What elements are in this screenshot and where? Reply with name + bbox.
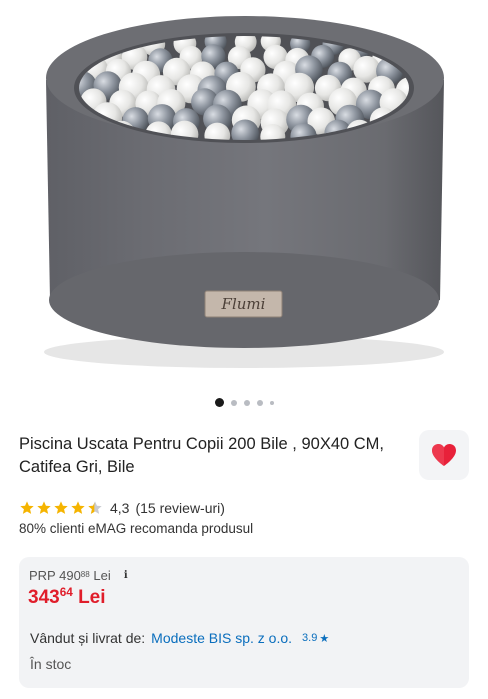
- pagination-dot[interactable]: [243, 399, 250, 406]
- star-icon: ★: [319, 632, 330, 645]
- star-icon: [20, 501, 34, 514]
- price-main: 343: [28, 587, 60, 608]
- pagination-dot-active[interactable]: [214, 398, 224, 407]
- product-title: Piscina Uscata Pentru Copii 200 Bile , 9…: [19, 435, 385, 476]
- prp-currency: Lei: [93, 568, 111, 583]
- price-decimals: 64: [59, 585, 73, 599]
- price-currency: Lei: [78, 587, 106, 608]
- star-icon: [54, 501, 68, 514]
- stock-status: În stoc: [30, 656, 72, 672]
- star-icon: [37, 501, 51, 514]
- star-icon: [71, 501, 85, 514]
- image-pagination[interactable]: [0, 398, 488, 407]
- pagination-dot[interactable]: [269, 400, 274, 405]
- rating-row[interactable]: 4,3 (15 review-uri): [19, 498, 225, 518]
- recommendation-text: 80% clienti eMAG recomanda produsul: [19, 521, 254, 536]
- prp-decimals: 88: [80, 570, 90, 580]
- current-price: 34364 Lei: [28, 585, 106, 609]
- rating-stars: [19, 500, 103, 516]
- seller-row: Vândut și livrat de: Modeste BIS sp. z o…: [30, 630, 329, 646]
- prp-price: PRP 490 88 Lei i: [29, 568, 133, 583]
- favorite-button[interactable]: [419, 430, 469, 480]
- seller-label: Vândut și livrat de:: [30, 630, 146, 646]
- pagination-dot[interactable]: [230, 399, 237, 406]
- info-icon[interactable]: i: [119, 569, 133, 583]
- seller-link[interactable]: Modeste BIS sp. z o.o.: [151, 630, 292, 646]
- seller-score[interactable]: 3.9 ★: [302, 632, 329, 645]
- product-image-gallery[interactable]: Flumi: [0, 0, 488, 392]
- review-count-link[interactable]: (15 review-uri): [135, 500, 224, 516]
- star-half-icon: [88, 501, 102, 514]
- pagination-dot[interactable]: [256, 399, 263, 406]
- seller-score-value: 3.9: [302, 632, 318, 644]
- price-box: PRP 490 88 Lei i 34364 Lei Vândut și livr…: [19, 557, 469, 688]
- prp-label: PRP 490: [29, 568, 81, 583]
- heart-icon: [432, 444, 456, 466]
- rating-value: 4,3: [110, 500, 130, 516]
- brand-label: Flumi: [221, 295, 266, 313]
- product-image: Flumi: [44, 16, 444, 368]
